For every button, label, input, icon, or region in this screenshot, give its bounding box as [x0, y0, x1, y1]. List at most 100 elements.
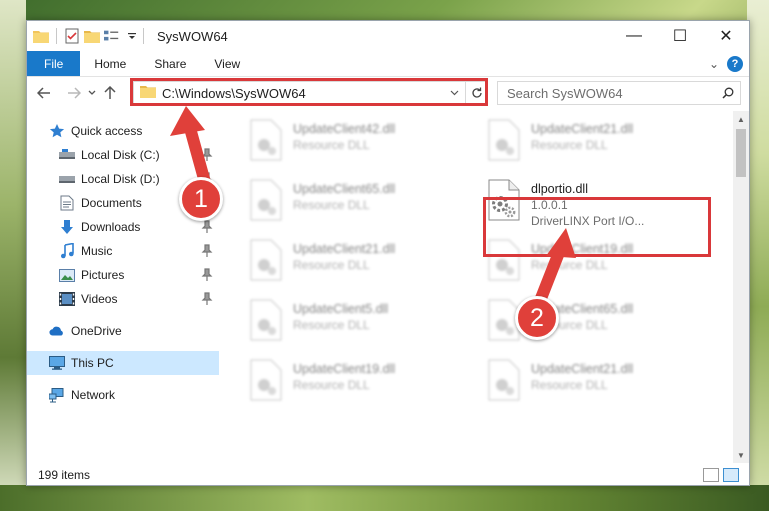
music-note-icon: [59, 243, 75, 259]
tab-share[interactable]: Share: [140, 51, 200, 76]
file-type: Resource DLL: [293, 198, 370, 212]
dll-file-icon: [488, 239, 520, 281]
callout-badge-1: 1: [179, 177, 223, 221]
file-version: 1.0.0.1: [531, 198, 568, 212]
file-item[interactable]: UpdateClient19.dll Resource DLL: [247, 359, 477, 411]
nav-quick-access[interactable]: Quick access: [27, 119, 219, 143]
new-folder-icon[interactable]: [84, 28, 100, 44]
dll-file-icon: [488, 179, 520, 221]
nav-this-pc[interactable]: This PC: [27, 351, 219, 375]
customize-toolbar-icon[interactable]: [124, 28, 140, 44]
help-icon[interactable]: ?: [727, 55, 743, 72]
file-name: UpdateClient21.dll: [293, 242, 396, 256]
up-button[interactable]: [99, 82, 121, 104]
details-view-icon[interactable]: [703, 468, 719, 482]
address-path[interactable]: C:\Windows\SysWOW64: [162, 86, 446, 101]
callout-badge-2: 2: [515, 296, 559, 340]
scrollbar-thumb[interactable]: [736, 129, 746, 177]
dll-file-icon: [488, 119, 520, 161]
file-item[interactable]: UpdateClient42.dll Resource DLL: [247, 119, 477, 171]
computer-icon: [49, 355, 65, 371]
dll-file-icon: [250, 179, 282, 221]
vertical-scrollbar[interactable]: ▲ ▼: [733, 111, 749, 463]
nav-item-label: Downloads: [81, 220, 141, 234]
nav-item-label: OneDrive: [71, 324, 122, 338]
navigation-pane: Quick access Local Disk (C:) Local Disk …: [27, 111, 219, 461]
toolbar-separator: [56, 28, 57, 44]
search-input[interactable]: Search SysWOW64: [497, 81, 741, 105]
nav-music[interactable]: Music: [27, 239, 219, 263]
nav-onedrive[interactable]: OneDrive: [27, 319, 219, 343]
file-name: dlportio.dll: [531, 182, 588, 196]
nav-item-label: Documents: [81, 196, 142, 210]
pin-icon[interactable]: [201, 268, 213, 282]
folder-icon[interactable]: [33, 28, 49, 44]
desktop-background-bottom: [0, 485, 769, 511]
scroll-down-icon[interactable]: ▼: [733, 447, 749, 463]
nav-item-label: Local Disk (C:): [81, 148, 160, 162]
close-button[interactable]: ✕: [703, 21, 749, 51]
nav-item-label: Music: [81, 244, 113, 258]
arrow-left-icon: [37, 87, 50, 99]
tab-view[interactable]: View: [200, 51, 254, 76]
file-item[interactable]: UpdateClient21.dll Resource DLL: [485, 359, 715, 411]
status-bar: 199 items: [27, 464, 749, 486]
file-item[interactable]: UpdateClient21.dll Resource DLL: [247, 239, 477, 291]
file-type: Resource DLL: [531, 258, 608, 272]
search-icon[interactable]: [716, 87, 740, 99]
file-item[interactable]: UpdateClient65.dll Resource DLL: [247, 179, 477, 231]
maximize-button[interactable]: ☐: [657, 21, 703, 51]
pin-icon[interactable]: [201, 220, 213, 234]
pin-icon[interactable]: [201, 148, 213, 162]
arrow-right-icon: [68, 87, 81, 99]
chevron-down-icon: [88, 90, 96, 95]
desktop-background-right: [747, 0, 769, 511]
documents-icon: [59, 195, 75, 211]
tiles-view-icon[interactable]: [723, 468, 739, 482]
folder-icon: [140, 85, 156, 101]
item-count: 199 items: [38, 468, 91, 482]
file-type: Resource DLL: [531, 138, 608, 152]
ribbon-tabs: File Home Share View ⌄ ?: [27, 51, 749, 77]
file-type: Resource DLL: [531, 378, 608, 392]
forward-button[interactable]: [63, 82, 85, 104]
view-options-icon[interactable]: [104, 28, 120, 44]
address-dropdown-icon[interactable]: [446, 88, 462, 99]
tab-file[interactable]: File: [27, 51, 81, 76]
nav-pictures[interactable]: Pictures: [27, 263, 219, 287]
dll-file-icon: [250, 119, 282, 161]
file-item-dlportio[interactable]: dlportio.dll 1.0.0.1 DriverLINX Port I/O…: [485, 179, 715, 231]
scroll-up-icon[interactable]: ▲: [733, 111, 749, 127]
file-item[interactable]: UpdateClient19.dll Resource DLL: [485, 239, 715, 291]
file-name: UpdateClient19.dll: [293, 362, 396, 376]
properties-icon[interactable]: [64, 28, 80, 44]
address-bar[interactable]: C:\Windows\SysWOW64: [133, 81, 487, 105]
title-bar: SysWOW64 — ☐ ✕: [27, 21, 749, 51]
refresh-icon: [471, 87, 482, 98]
pin-icon[interactable]: [201, 244, 213, 258]
network-icon: [49, 387, 65, 403]
expand-ribbon-icon[interactable]: ⌄: [709, 57, 719, 71]
nav-network[interactable]: Network: [27, 383, 219, 407]
nav-item-label: Local Disk (D:): [81, 172, 160, 186]
file-item[interactable]: UpdateClient21.dll Resource DLL: [485, 119, 715, 171]
tab-home[interactable]: Home: [80, 51, 140, 76]
pin-icon[interactable]: [201, 292, 213, 306]
file-name: UpdateClient42.dll: [293, 122, 396, 136]
file-item[interactable]: UpdateClient5.dll Resource DLL: [247, 299, 477, 351]
search-placeholder: Search SysWOW64: [507, 85, 623, 101]
file-list: UpdateClient42.dll Resource DLL UpdateCli…: [223, 111, 733, 463]
refresh-button[interactable]: [465, 81, 487, 105]
file-name: UpdateClient65.dll: [293, 182, 396, 196]
nav-local-disk-c[interactable]: Local Disk (C:): [27, 143, 219, 167]
desktop-background-left: [0, 0, 26, 511]
dll-file-icon: [250, 239, 282, 281]
recent-locations-button[interactable]: [85, 82, 99, 104]
minimize-button[interactable]: —: [611, 21, 657, 51]
back-button[interactable]: [33, 82, 55, 104]
window-title: SysWOW64: [157, 28, 228, 44]
nav-videos[interactable]: Videos: [27, 287, 219, 311]
dll-file-icon: [488, 359, 520, 401]
cloud-icon: [49, 323, 65, 339]
nav-item-label: This PC: [71, 356, 114, 370]
